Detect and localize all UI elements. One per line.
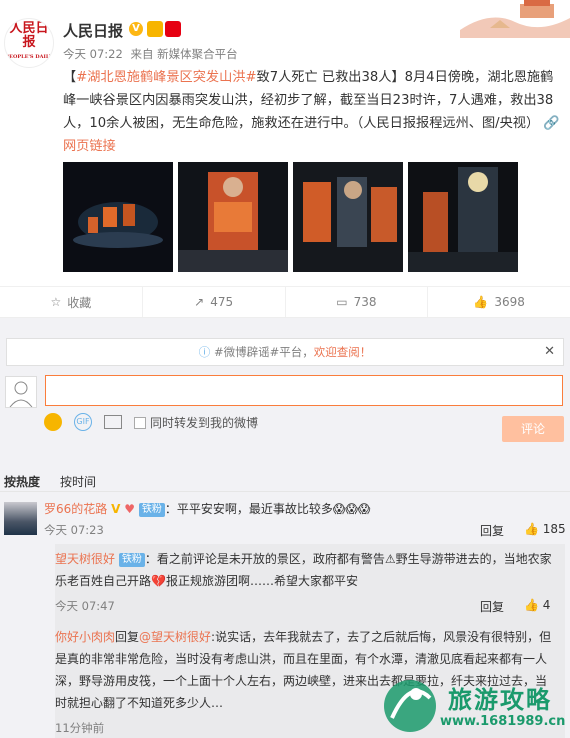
headline: 致7人死亡 已救出38人	[256, 70, 392, 85]
flag-icon	[165, 21, 181, 37]
great-wall-banner-icon	[460, 0, 570, 38]
open-bracket: 【	[63, 70, 77, 85]
reply-button[interactable]: 回复	[480, 598, 504, 615]
comment-count: 738	[353, 295, 377, 309]
comment-text: 罗66的花路 V ♥ 铁粉 ：平平安安啊，最近事故比较多😱😱😱	[44, 498, 370, 520]
repost-count: 475	[210, 295, 234, 309]
action-bar: ☆ 收藏 ↗ 475 ▭ 738 👍 3698	[0, 286, 570, 318]
image-icon[interactable]	[104, 415, 122, 429]
star-icon: ☆	[50, 295, 62, 309]
notice-text: #微博辟谣#平台，	[213, 345, 314, 359]
compose-toolbar: GIF 同时转发到我的微博	[44, 413, 258, 431]
info-icon: ⓘ	[198, 345, 214, 359]
logo-sub: PEOPLE'S DAILY	[5, 54, 53, 60]
commenter-name[interactable]: 罗66的花路	[44, 502, 107, 516]
thumb-up-icon: 👍	[524, 522, 543, 536]
logo: 人民日报 PEOPLE'S DAILY	[5, 22, 53, 64]
post-image[interactable]	[293, 162, 403, 272]
post-meta: 今天 07:22 来自 新媒体聚合平台	[63, 46, 242, 62]
repost-icon: ↗	[194, 295, 205, 309]
post-body: 【#湖北恩施鹤峰景区突发山洪#致7人死亡 已救出38人】8月4日傍晚，湖北恩施鹤…	[63, 66, 563, 158]
comment-time: 今天 07:23	[44, 523, 104, 537]
sort-hot-tab[interactable]: 按热度	[4, 473, 40, 490]
emoji-icon[interactable]	[44, 413, 62, 431]
sort-bar: 按热度 按时间	[0, 470, 570, 492]
close-icon[interactable]: ✕	[544, 339, 555, 365]
member-icon	[147, 21, 163, 37]
my-avatar[interactable]	[5, 376, 37, 408]
post-time[interactable]: 今天 07:22	[63, 47, 123, 61]
rumor-notice: ⓘ #微博辟谣#平台，欢迎查阅！ ✕	[6, 338, 564, 366]
heart-icon: ♥	[124, 502, 135, 516]
vip-icon: V	[111, 502, 121, 516]
avatar-placeholder-icon	[9, 381, 33, 408]
comment-body: ：平平安安啊，最近事故比较多😱😱😱	[164, 502, 371, 516]
sub-like-count: 4	[542, 598, 551, 612]
watermark-title: 旅游攻略	[448, 685, 552, 714]
verified-icon: V	[129, 22, 143, 36]
sub-comment-time: 11分钟前	[55, 721, 105, 735]
rescue-photo-2	[178, 162, 288, 272]
rescue-photo-4	[408, 162, 518, 272]
sub-comment-text: 望天树很好 铁粉 ：看之前评论是未开放的景区，政府都有警告⚠野生导游带进去的，当地…	[55, 548, 555, 592]
post-image[interactable]	[408, 162, 518, 272]
sub-comment-time: 今天 07:47	[55, 599, 115, 613]
repost-checkbox-label: 同时转发到我的微博	[150, 415, 259, 430]
commenter-avatar[interactable]	[4, 502, 37, 535]
fan-badge: 铁粉	[118, 552, 145, 567]
favorite-label: 收藏	[67, 295, 92, 310]
sub-like-button[interactable]: 👍 4	[524, 598, 550, 612]
username[interactable]: 人民日报	[63, 20, 123, 41]
sort-time-tab[interactable]: 按时间	[60, 473, 96, 490]
reply-button[interactable]: 回复	[480, 522, 504, 539]
rescue-photo-3	[293, 162, 403, 272]
submit-comment-button[interactable]: 评论	[502, 416, 564, 442]
comment-like-count: 185	[542, 522, 566, 536]
repost-button[interactable]: ↗ 475	[143, 287, 286, 317]
weibo-post: 人民日报 PEOPLE'S DAILY 人民日报 V 今天 07:22 来自 新…	[0, 0, 570, 286]
like-button[interactable]: 👍 3698	[428, 287, 570, 317]
comment-like-button[interactable]: 👍 185	[524, 522, 566, 536]
comment-item: 罗66的花路 V ♥ 铁粉 ：平平安安啊，最近事故比较多😱😱😱 今天 07:23 …	[0, 498, 570, 544]
post-image[interactable]	[178, 162, 288, 272]
sub-commenter-name[interactable]: 望天树很好	[55, 552, 115, 566]
fan-badge: 铁粉	[138, 502, 165, 517]
comment-icon: ▭	[336, 295, 348, 309]
web-link-label: 网页链接	[63, 139, 116, 154]
mention-link[interactable]: @望天树很好	[139, 630, 211, 644]
post-source: 来自 新媒体聚合平台	[130, 47, 238, 61]
post-images	[63, 162, 518, 272]
thumb-up-icon: 👍	[524, 598, 543, 612]
like-count: 3698	[494, 295, 525, 309]
post-image[interactable]	[63, 162, 173, 272]
repost-checkbox[interactable]	[134, 417, 146, 429]
watermark-url: www.1681989.cn	[440, 714, 566, 729]
hashtag-link[interactable]: #湖北恩施鹤峰景区突发山洪#	[76, 70, 256, 85]
link-icon: 🔗	[543, 116, 560, 131]
comment-button[interactable]: ▭ 738	[286, 287, 429, 317]
notice-link[interactable]: 欢迎查阅！	[314, 345, 372, 359]
reply-to-label: 回复	[115, 630, 140, 644]
logo-text: 人民日报	[9, 21, 49, 50]
sub-commenter-name[interactable]: 你好小肉肉	[55, 630, 115, 644]
rescue-photo-1	[63, 162, 173, 272]
thumb-up-icon: 👍	[473, 295, 489, 309]
gif-icon[interactable]: GIF	[74, 413, 92, 431]
favorite-button[interactable]: ☆ 收藏	[0, 287, 143, 317]
comment-input[interactable]	[45, 375, 563, 406]
repost-option[interactable]: 同时转发到我的微博	[134, 414, 258, 431]
avatar[interactable]: 人民日报 PEOPLE'S DAILY	[4, 18, 54, 68]
